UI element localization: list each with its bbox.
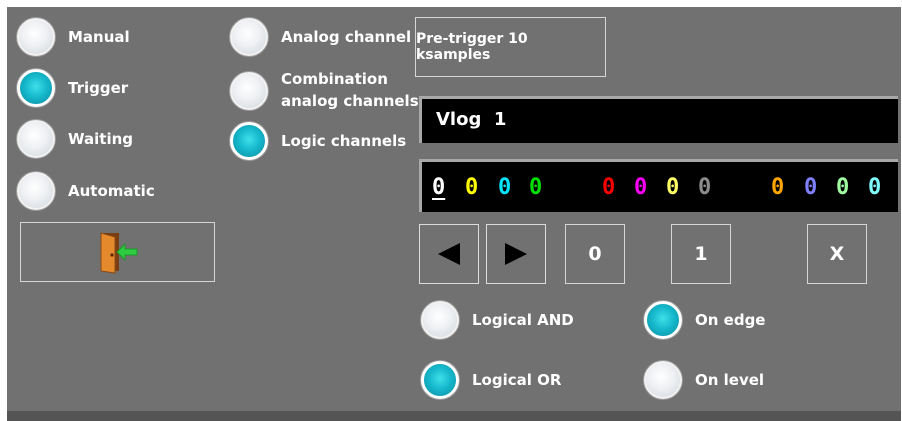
- radio-combination-analog-label: Combination analog channels: [281, 70, 419, 110]
- radio-on-level-indicator: [644, 361, 682, 399]
- next-channel-button[interactable]: [486, 224, 546, 284]
- radio-on-edge-label: On edge: [695, 311, 766, 329]
- radio-analog-channel-label: Analog channel: [281, 28, 412, 46]
- radio-automatic-label: Automatic: [68, 182, 155, 200]
- channel-digit[interactable]: 0: [432, 175, 445, 200]
- radio-manual[interactable]: Manual: [17, 18, 130, 56]
- radio-automatic-indicator: [17, 172, 55, 210]
- channel-digit[interactable]: 0: [868, 175, 881, 200]
- set-zero-button[interactable]: 0: [565, 224, 625, 284]
- set-zero-button-label: 0: [588, 243, 602, 265]
- arrow-right-icon: [505, 243, 527, 265]
- radio-on-level[interactable]: On level: [644, 361, 764, 399]
- radio-on-level-label: On level: [695, 371, 765, 389]
- radio-automatic[interactable]: Automatic: [17, 172, 155, 210]
- radio-logical-or-label: Logical OR: [472, 371, 562, 389]
- pretrigger-button-label: Pre-trigger 10 ksamples: [416, 31, 528, 63]
- channel-digit[interactable]: 0: [602, 175, 615, 200]
- radio-on-edge[interactable]: On edge: [644, 301, 765, 339]
- exit-door-icon: [100, 232, 137, 274]
- radio-combination-analog-indicator: [230, 71, 268, 110]
- channel-digit[interactable]: 0: [634, 175, 647, 200]
- radio-analog-channel[interactable]: Analog channel: [230, 18, 411, 56]
- channel-digit[interactable]: 0: [698, 175, 711, 200]
- vlog-display-text: Vlog 1: [436, 109, 507, 130]
- radio-logic-channels-label: Logic channels: [281, 132, 407, 150]
- bottom-bar: [7, 411, 901, 421]
- channel-digit[interactable]: 0: [771, 175, 784, 200]
- channel-digit[interactable]: 0: [465, 175, 478, 200]
- radio-logical-or-indicator: [421, 361, 459, 399]
- exit-button[interactable]: [20, 222, 215, 282]
- radio-combination-analog[interactable]: Combination analog channels: [230, 69, 419, 112]
- radio-trigger[interactable]: Trigger: [17, 69, 128, 107]
- set-one-button-label: 1: [694, 243, 708, 265]
- radio-trigger-label: Trigger: [68, 79, 129, 97]
- channel-digit[interactable]: 0: [666, 175, 679, 200]
- radio-logic-channels[interactable]: Logic channels: [230, 122, 406, 160]
- vlog-display: Vlog 1: [419, 96, 898, 143]
- pretrigger-button[interactable]: Pre-trigger 10 ksamples: [415, 17, 606, 77]
- radio-logical-and[interactable]: Logical AND: [421, 301, 574, 339]
- channel-digits-display[interactable]: 0 0 0 0 0 0 0 0 0 0 0 0: [419, 159, 898, 212]
- arrow-left-icon: [438, 243, 460, 265]
- radio-logical-and-indicator: [421, 301, 459, 339]
- clear-button[interactable]: X: [807, 224, 867, 284]
- radio-manual-indicator: [17, 18, 55, 56]
- radio-trigger-indicator: [17, 69, 55, 107]
- previous-channel-button[interactable]: [419, 224, 479, 284]
- radio-analog-channel-indicator: [230, 18, 268, 56]
- radio-logical-and-label: Logical AND: [472, 311, 574, 329]
- radio-manual-label: Manual: [68, 28, 130, 46]
- radio-waiting-indicator: [17, 120, 55, 158]
- radio-logical-or[interactable]: Logical OR: [421, 361, 561, 399]
- radio-logic-channels-indicator: [230, 122, 268, 160]
- channel-digit[interactable]: 0: [804, 175, 817, 200]
- set-one-button[interactable]: 1: [671, 224, 731, 284]
- channel-digit[interactable]: 0: [836, 175, 849, 200]
- radio-waiting-label: Waiting: [68, 130, 134, 148]
- radio-waiting[interactable]: Waiting: [17, 120, 133, 158]
- radio-on-edge-indicator: [644, 301, 682, 339]
- clear-button-label: X: [829, 243, 845, 265]
- channel-digit[interactable]: 0: [529, 175, 542, 200]
- channel-digit[interactable]: 0: [498, 175, 511, 200]
